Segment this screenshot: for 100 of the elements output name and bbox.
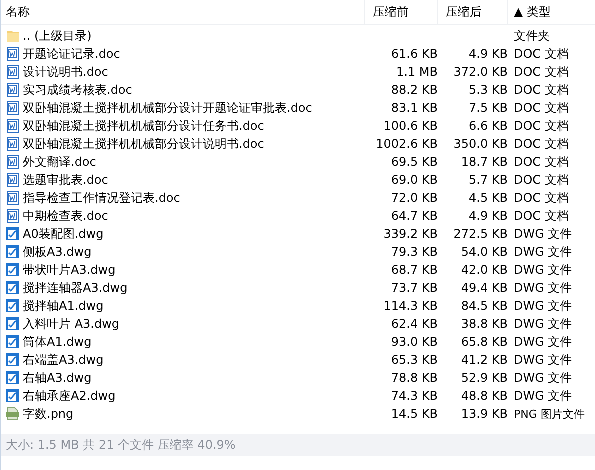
folder-icon [6,29,20,43]
original-size: 62.4 KB [391,317,438,331]
original-size: 1002.6 KB [376,137,438,151]
drawing-file-icon [6,263,20,277]
file-type: DWG 文件 [513,226,574,242]
file-name[interactable]: 开题论证记录.doc [23,46,120,62]
file-name[interactable]: 搅拌轴A1.dwg [23,298,104,314]
file-type: DWG 文件 [513,388,574,404]
drawing-file-icon [6,281,20,295]
compressed-size: 42.0 KB [461,263,508,277]
file-name[interactable]: 中期检查表.doc [23,208,108,224]
compressed-size: 4.9 KB [469,209,508,223]
compressed-size: 5.7 KB [469,173,508,187]
compressed-size: 6.6 KB [469,119,508,133]
file-type: DWG 文件 [513,334,574,350]
file-name[interactable]: 双卧轴混凝土搅拌机机械部分设计说明书.doc [23,136,264,152]
file-type: DOC 文档 [513,118,570,134]
file-name[interactable]: 双卧轴混凝土搅拌机机械部分设计任务书.doc [23,118,264,134]
file-name[interactable]: 外文翻译.doc [23,154,96,170]
file-name[interactable]: 双卧轴混凝土搅拌机机械部分设计开题论证审批表.doc [23,100,312,116]
file-type: 文件夹 [513,28,551,44]
file-name[interactable]: A0装配图.dwg [23,226,104,242]
document-icon [6,119,20,133]
file-type: DOC 文档 [513,100,570,116]
file-type: DOC 文档 [513,136,570,152]
column-header[interactable]: ▲ 类型 [508,0,595,24]
compressed-size: 49.4 KB [461,281,508,295]
original-size: 88.2 KB [391,83,438,97]
document-icon [6,155,20,169]
file-type: PNG 图片文件 [513,406,586,422]
compressed-size: 52.9 KB [461,371,508,385]
file-name[interactable]: 搅拌连轴器A3.dwg [23,280,128,296]
original-size: 93.0 KB [391,335,438,349]
document-icon [6,65,20,79]
file-name[interactable]: 筒体A1.dwg [23,334,92,350]
compressed-size: 5.3 KB [469,83,508,97]
original-size: 83.1 KB [391,101,438,115]
drawing-file-icon [6,389,20,403]
compressed-size: 4.9 KB [469,47,508,61]
compressed-size: 7.5 KB [469,101,508,115]
original-size: 61.6 KB [391,47,438,61]
file-name[interactable]: 侧板A3.dwg [23,244,92,260]
document-icon [6,101,20,115]
compressed-size: 84.5 KB [461,299,508,313]
original-size: 69.5 KB [391,155,438,169]
original-size: 68.7 KB [391,263,438,277]
document-icon [6,191,20,205]
original-size: 64.7 KB [391,209,438,223]
column-header[interactable]: 压缩前 [365,0,438,24]
file-type: DOC 文档 [513,208,570,224]
drawing-file-icon [6,335,20,349]
file-type: DWG 文件 [513,298,574,314]
compressed-size: 54.0 KB [461,245,508,259]
drawing-file-icon [6,227,20,241]
file-type: DOC 文档 [513,154,570,170]
file-type: DOC 文档 [513,82,570,98]
file-type: DWG 文件 [513,262,574,278]
file-name[interactable]: 入料叶片 A3.dwg [23,316,120,332]
drawing-file-icon [6,371,20,385]
original-size: 339.2 KB [384,227,438,241]
file-type: DOC 文档 [513,190,570,206]
document-icon [6,83,20,97]
compressed-size: 38.8 KB [461,317,508,331]
compressed-size: 272.5 KB [454,227,508,241]
compressed-size: 48.8 KB [461,389,508,403]
file-name[interactable]: 设计说明书.doc [23,64,108,80]
file-name[interactable]: 右端盖A3.dwg [23,352,104,368]
drawing-file-icon [6,353,20,367]
file-name[interactable]: 带状叶片A3.dwg [23,262,116,278]
file-name[interactable]: 字数.png [23,406,74,422]
file-type: DOC 文档 [513,172,570,188]
compressed-size: 372.0 KB [454,65,508,79]
file-name[interactable]: 指导检查工作情况登记表.doc [23,190,180,206]
original-size: 78.8 KB [391,371,438,385]
column-header[interactable]: 名称 [1,0,365,24]
compressed-size: 18.7 KB [461,155,508,169]
drawing-file-icon [6,299,20,313]
file-name[interactable]: 右轴A3.dwg [23,370,92,386]
file-type: DOC 文档 [513,46,570,62]
column-header[interactable]: 压缩后 [438,0,508,24]
file-type: DWG 文件 [513,370,574,386]
drawing-file-icon [6,317,20,331]
file-type: DWG 文件 [513,280,574,296]
status-bar: 大小: 1.5 MB 共 21 个文件 压缩率 40.9% [1,434,595,456]
file-name[interactable]: 右轴承座A2.dwg [23,388,116,404]
file-name[interactable]: 实习成绩考核表.doc [23,82,132,98]
file-type: DOC 文档 [513,64,570,80]
document-icon [6,209,20,223]
document-icon [6,47,20,61]
image-file-icon [6,407,20,421]
file-name[interactable]: .. (上级目录) [23,28,92,44]
drawing-file-icon [6,245,20,259]
document-icon [6,173,20,187]
original-size: 14.5 KB [391,407,438,421]
compressed-size: 65.8 KB [461,335,508,349]
compressed-size: 41.2 KB [461,353,508,367]
file-type: DWG 文件 [513,316,574,332]
compressed-size: 350.0 KB [454,137,508,151]
file-name[interactable]: 选题审批表.doc [23,172,108,188]
original-size: 69.0 KB [391,173,438,187]
